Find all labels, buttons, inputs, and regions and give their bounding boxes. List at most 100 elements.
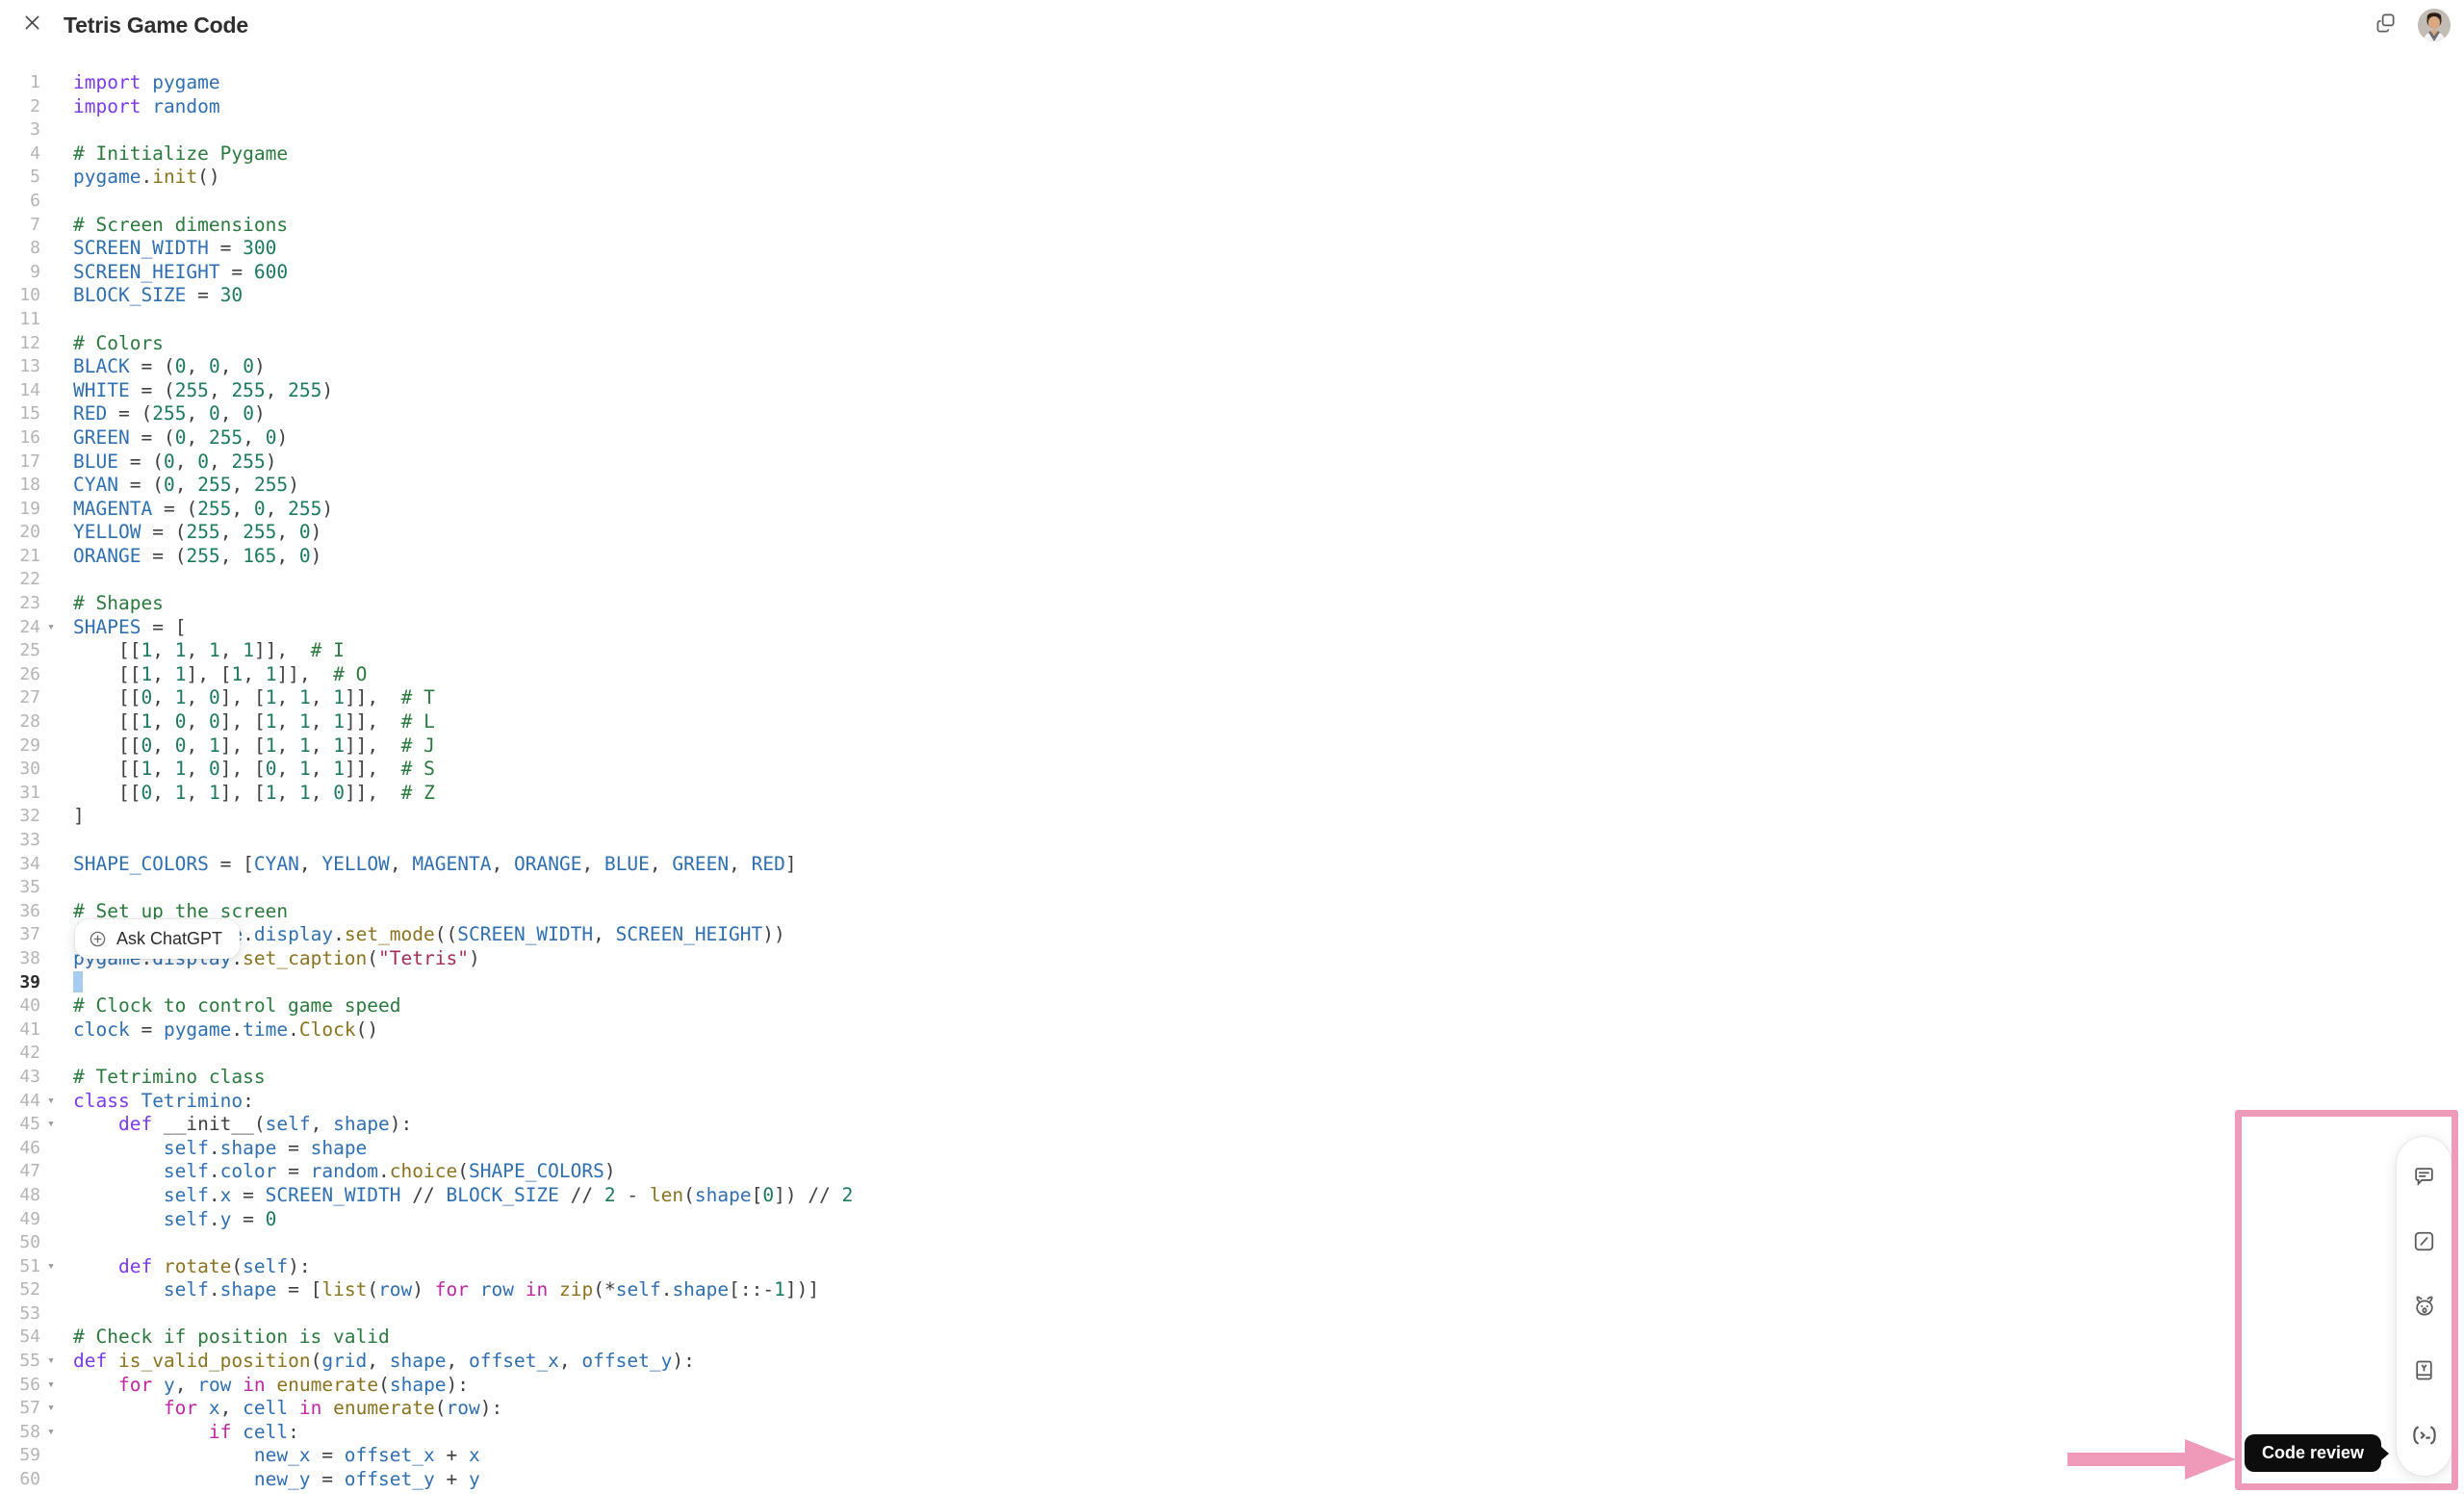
code-line[interactable]: 59 new_x = offset_x + x	[0, 1444, 2464, 1468]
code-line[interactable]: 50	[0, 1231, 2464, 1255]
chevron-down-icon[interactable]: ▾	[40, 616, 62, 640]
code-line[interactable]: 57 ▾ for x, cell in enumerate(row):	[0, 1397, 2464, 1421]
code-line[interactable]: 34 SHAPE_COLORS = [CYAN, YELLOW, MAGENTA,…	[0, 853, 2464, 877]
code-line[interactable]: 4 # Initialize Pygame	[0, 142, 2464, 167]
code-line-content: MAGENTA = (255, 0, 255)	[73, 497, 334, 520]
code-line[interactable]: 56 ▾ for y, row in enumerate(shape):	[0, 1374, 2464, 1398]
line-number: 21	[19, 545, 40, 566]
code-line[interactable]: 1 import pygame	[0, 71, 2464, 95]
book-icon	[2412, 1358, 2436, 1387]
code-line[interactable]: 52 self.shape = [list(row) for row in zi…	[0, 1278, 2464, 1302]
code-line[interactable]: 44 ▾ class Tetrimino:	[0, 1090, 2464, 1114]
code-line[interactable]: 43 # Tetrimino class	[0, 1066, 2464, 1090]
code-line[interactable]: 41 clock = pygame.time.Clock()	[0, 1018, 2464, 1043]
code-line[interactable]: 54 # Check if position is valid	[0, 1326, 2464, 1350]
code-line[interactable]: 60 new_y = offset_y + y	[0, 1468, 2464, 1492]
line-number: 49	[19, 1208, 40, 1229]
code-line[interactable]: 28 [[1, 0, 0], [1, 1, 1]], # L	[0, 710, 2464, 734]
code-line[interactable]: 49 self.y = 0	[0, 1208, 2464, 1232]
code-line[interactable]: 26 [[1, 1], [1, 1]], # O	[0, 663, 2464, 687]
code-line[interactable]: 3	[0, 118, 2464, 142]
code-line[interactable]: 29 [[0, 0, 1], [1, 1, 1]], # J	[0, 734, 2464, 759]
chevron-down-icon[interactable]: ▾	[40, 1421, 62, 1445]
code-line-content: BLOCK_SIZE = 30	[73, 284, 244, 307]
chevron-down-icon[interactable]: ▾	[40, 1397, 62, 1421]
code-line-content: def is_valid_position(grid, shape, offse…	[73, 1350, 695, 1373]
code-line[interactable]: 35	[0, 876, 2464, 900]
line-number: 57	[19, 1398, 40, 1419]
code-line[interactable]: 11	[0, 308, 2464, 332]
code-line[interactable]: 22	[0, 568, 2464, 592]
line-number: 3	[30, 119, 40, 141]
chevron-down-icon[interactable]: ▾	[40, 1255, 62, 1279]
code-review-button[interactable]	[2403, 1416, 2446, 1458]
chevron-down-icon[interactable]: ▾	[40, 1350, 62, 1374]
code-line[interactable]: 17 BLUE = (0, 0, 255)	[0, 451, 2464, 475]
code-line[interactable]: 20 YELLOW = (255, 255, 0)	[0, 521, 2464, 545]
code-line[interactable]: 18 CYAN = (0, 255, 255)	[0, 474, 2464, 498]
line-number: 38	[19, 947, 40, 968]
line-number: 55	[19, 1351, 40, 1372]
code-line[interactable]: 40 # Clock to control game speed	[0, 994, 2464, 1018]
code-line[interactable]: 36 # Set up the screen	[0, 900, 2464, 924]
code-line[interactable]: 15 RED = (255, 0, 0)	[0, 402, 2464, 426]
debug-button[interactable]	[2403, 1287, 2446, 1329]
code-line-content: ]	[73, 805, 85, 828]
code-line[interactable]: 2 import random	[0, 95, 2464, 119]
code-line-content: if cell:	[208, 1420, 299, 1443]
code-line[interactable]: 8 SCREEN_WIDTH = 300	[0, 237, 2464, 261]
code-line[interactable]: 19 MAGENTA = (255, 0, 255)	[0, 498, 2464, 522]
code-editor[interactable]: 1 import pygame 2 import random 3 4 # Initial…	[0, 50, 2464, 1494]
docs-button[interactable]	[2403, 1352, 2446, 1394]
header-actions	[2368, 8, 2451, 42]
code-line[interactable]: 9 SCREEN_HEIGHT = 600	[0, 261, 2464, 285]
code-line[interactable]: 46 self.shape = shape	[0, 1137, 2464, 1161]
code-line[interactable]: 53	[0, 1302, 2464, 1327]
code-line[interactable]: 12 # Colors	[0, 332, 2464, 356]
code-line-content	[62, 190, 85, 214]
chevron-down-icon[interactable]: ▾	[40, 1113, 62, 1137]
code-line[interactable]: 42	[0, 1042, 2464, 1066]
close-button[interactable]	[15, 9, 48, 41]
avatar[interactable]	[2418, 9, 2451, 41]
code-line-content: SHAPE_COLORS = [CYAN, YELLOW, MAGENTA, O…	[73, 852, 797, 875]
code-line[interactable]: 37screen = pygame.display.set_mode((SCRE…	[0, 923, 2464, 947]
edit-button[interactable]	[2403, 1223, 2446, 1265]
chevron-down-icon[interactable]: ▾	[40, 1374, 62, 1398]
code-line[interactable]: 47 self.color = random.choice(SHAPE_COLO…	[0, 1160, 2464, 1184]
code-line[interactable]: 13 BLACK = (0, 0, 0)	[0, 355, 2464, 379]
code-line[interactable]: 23 # Shapes	[0, 592, 2464, 616]
line-number: 15	[19, 403, 40, 425]
code-line[interactable]: 51 ▾ def rotate(self):	[0, 1255, 2464, 1279]
comment-button[interactable]	[2403, 1158, 2446, 1200]
code-line[interactable]: 45 ▾ def __init__(self, shape):	[0, 1113, 2464, 1137]
code-line[interactable]: 48 self.x = SCREEN_WIDTH // BLOCK_SIZE /…	[0, 1184, 2464, 1208]
code-line[interactable]: 32]	[0, 805, 2464, 829]
code-line[interactable]: 58 ▾ if cell:	[0, 1421, 2464, 1445]
code-line[interactable]: 7 # Screen dimensions	[0, 214, 2464, 238]
code-line[interactable]: 33	[0, 829, 2464, 853]
line-number: 23	[19, 593, 40, 614]
chevron-down-icon[interactable]: ▾	[40, 1090, 62, 1114]
code-line[interactable]: 5 pygame.init()	[0, 166, 2464, 190]
copy-button[interactable]	[2368, 8, 2402, 42]
code-line[interactable]: 14 WHITE = (255, 255, 255)	[0, 379, 2464, 403]
code-line[interactable]: 25 [[1, 1, 1, 1]], # I	[0, 639, 2464, 663]
code-line[interactable]: 10 BLOCK_SIZE = 30	[0, 284, 2464, 308]
code-line-content	[62, 971, 83, 995]
comment-icon	[2412, 1165, 2436, 1194]
line-number: 7	[30, 214, 40, 235]
code-line[interactable]: 16 GREEN = (0, 255, 0)	[0, 426, 2464, 451]
code-line-content: RED = (255, 0, 0)	[73, 402, 266, 425]
ask-chatgpt-chip[interactable]: Ask ChatGPT	[75, 919, 241, 959]
code-line[interactable]: 30 [[1, 1, 0], [0, 1, 1]], # S	[0, 758, 2464, 782]
code-line[interactable]: 31 [[0, 1, 1], [1, 1, 0]], # Z	[0, 782, 2464, 806]
code-line[interactable]: 27 [[0, 1, 0], [1, 1, 1]], # T	[0, 686, 2464, 710]
code-line[interactable]: 24 ▾ SHAPES = [	[0, 616, 2464, 640]
code-line[interactable]: 38pygame.display.set_caption("Tetris")	[0, 947, 2464, 971]
code-line[interactable]: 55 ▾ def is_valid_position(grid, shape, of…	[0, 1350, 2464, 1374]
code-line[interactable]: 39	[0, 971, 2464, 995]
code-line[interactable]: 21 ORANGE = (255, 165, 0)	[0, 545, 2464, 569]
code-line-content: # Check if position is valid	[73, 1326, 390, 1349]
code-line[interactable]: 6	[0, 190, 2464, 214]
